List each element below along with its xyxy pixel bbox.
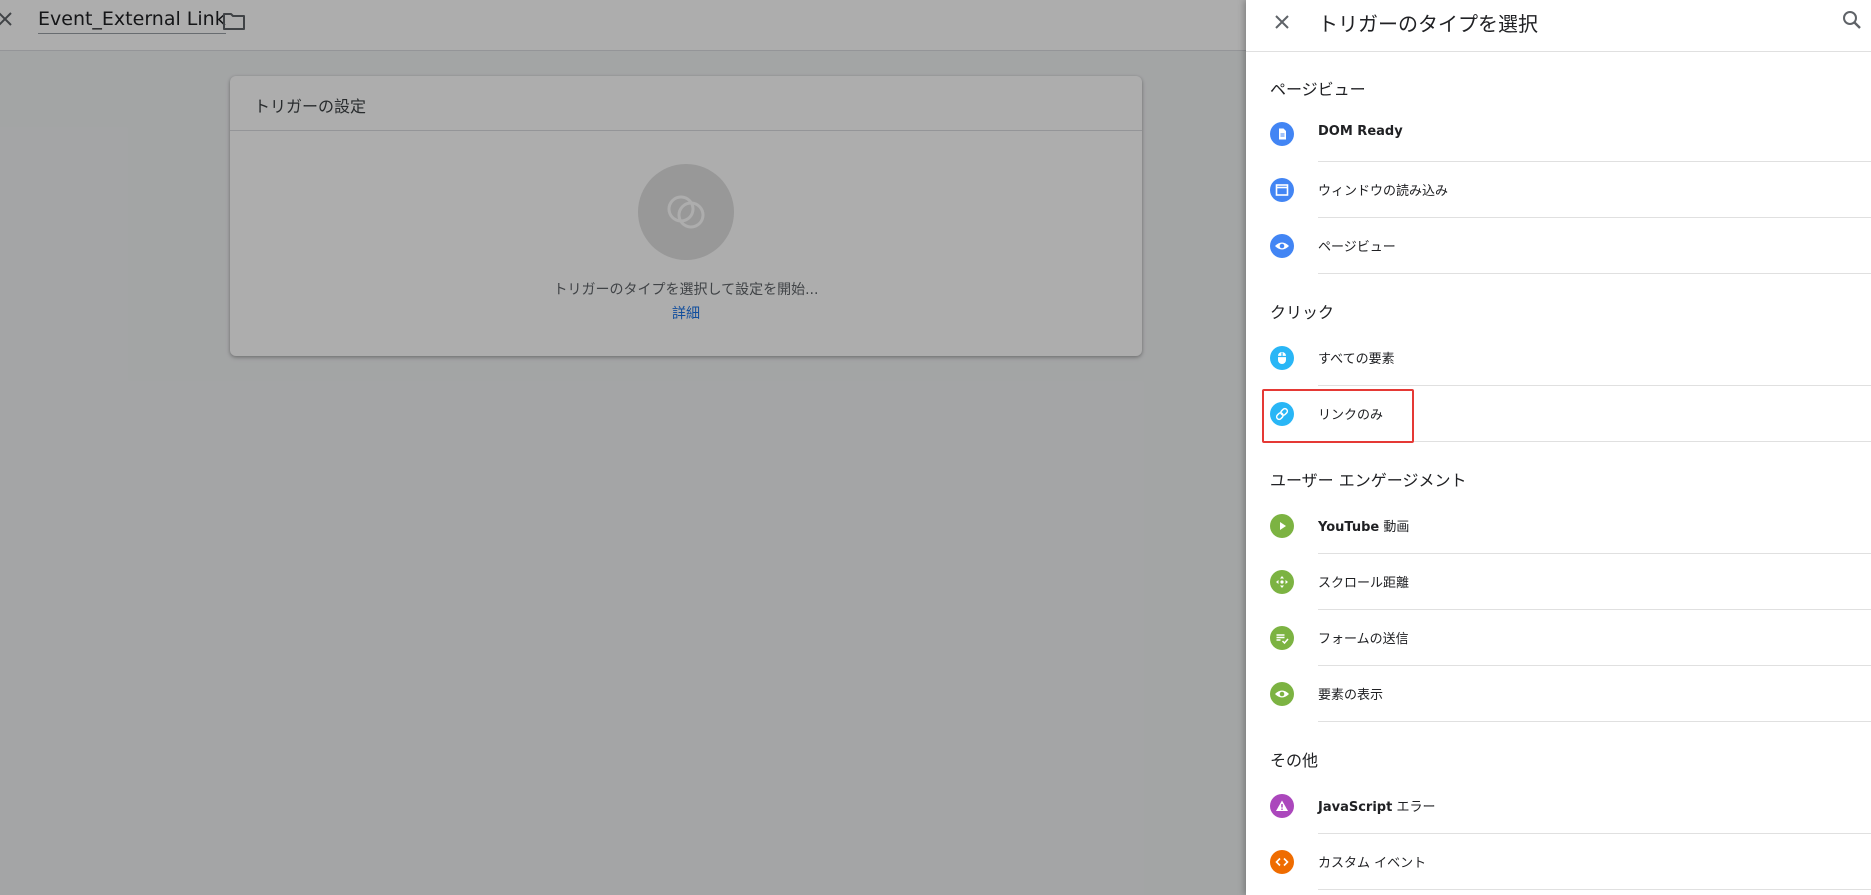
warning-icon <box>1270 794 1294 818</box>
item-divider <box>1318 889 1871 890</box>
close-icon[interactable] <box>1270 10 1294 34</box>
play-icon <box>1270 514 1294 538</box>
item-label: すべての要素 <box>1318 352 1395 367</box>
item-label: ウィンドウの読み込み <box>1318 184 1449 199</box>
window-icon <box>1270 178 1294 202</box>
item-label: ページビュー <box>1318 240 1396 255</box>
document-icon <box>1270 122 1294 146</box>
modal-scrim[interactable] <box>0 0 1246 895</box>
section-title-user-engagement: ユーザー エンゲージメント <box>1270 471 1467 490</box>
item-label: YouTube 動画 <box>1318 520 1410 535</box>
section-title-page-view: ページビュー <box>1270 80 1366 99</box>
trigger-type-panel: トリガーのタイプを選択 ページビュー DOM Ready ウィンドウの読み込み … <box>1246 0 1871 895</box>
trigger-type-scroll-depth[interactable]: スクロール距離 <box>1246 554 1871 610</box>
trigger-type-page-view[interactable]: ページビュー <box>1246 218 1871 274</box>
item-label: DOM Ready <box>1318 124 1403 139</box>
trigger-type-javascript-error[interactable]: JavaScript エラー <box>1246 778 1871 834</box>
trigger-type-custom-event[interactable]: カスタム イベント <box>1246 834 1871 890</box>
code-icon <box>1270 850 1294 874</box>
item-divider <box>1318 441 1871 442</box>
trigger-type-window-loaded[interactable]: ウィンドウの読み込み <box>1246 162 1871 218</box>
item-label: 要素の表示 <box>1318 688 1384 703</box>
link-icon <box>1270 402 1294 426</box>
panel-header: トリガーのタイプを選択 <box>1246 0 1871 52</box>
eye-icon <box>1270 234 1294 258</box>
trigger-type-dom-ready[interactable]: DOM Ready <box>1246 106 1871 162</box>
eye-icon <box>1270 682 1294 706</box>
item-label: リンクのみ <box>1318 408 1384 423</box>
item-label: カスタム イベント <box>1318 856 1427 871</box>
trigger-type-all-elements[interactable]: すべての要素 <box>1246 330 1871 386</box>
item-label: スクロール距離 <box>1318 576 1410 591</box>
trigger-type-form-submission[interactable]: フォームの送信 <box>1246 610 1871 666</box>
item-label: フォームの送信 <box>1318 632 1409 647</box>
search-icon[interactable] <box>1840 8 1864 32</box>
section-title-other: その他 <box>1270 751 1319 770</box>
trigger-type-element-visibility[interactable]: 要素の表示 <box>1246 666 1871 722</box>
trigger-type-just-links[interactable]: リンクのみ <box>1246 386 1871 442</box>
trigger-type-youtube-video[interactable]: YouTube 動画 <box>1246 498 1871 554</box>
item-label: JavaScript エラー <box>1318 800 1436 815</box>
item-divider <box>1318 273 1871 274</box>
panel-title: トリガーのタイプを選択 <box>1318 12 1538 36</box>
item-divider <box>1318 721 1871 722</box>
section-title-click: クリック <box>1270 303 1335 322</box>
move-arrows-icon <box>1270 570 1294 594</box>
form-check-icon <box>1270 626 1294 650</box>
mouse-icon <box>1270 346 1294 370</box>
